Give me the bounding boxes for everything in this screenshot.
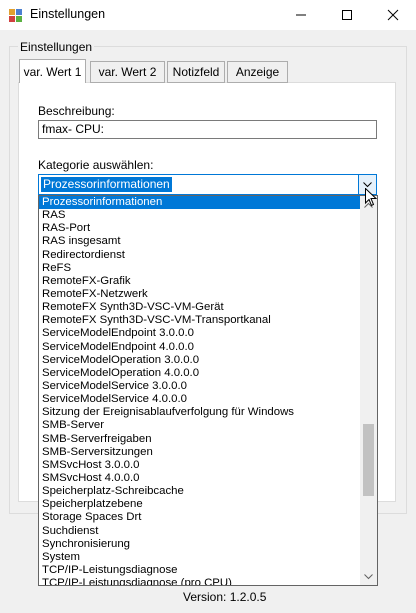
tab-anzeige[interactable]: Anzeige [227,61,288,83]
scroll-down-button[interactable] [360,568,377,585]
tab-var-wert-2[interactable]: var. Wert 2 [90,61,165,83]
dropdown-option[interactable]: ServiceModelEndpoint 4.0.0.0 [39,341,361,354]
dropdown-option[interactable]: RemoteFX Synth3D-VSC-VM-Gerät [39,301,361,314]
tab-var-wert-1[interactable]: var. Wert 1 [19,59,86,83]
groupbox-label: Einstellungen [18,40,95,54]
tab-label: var. Wert 2 [98,65,157,79]
description-label: Beschreibung: [38,104,115,118]
window-title: Einstellungen [30,7,106,21]
tab-label: Notizfeld [172,65,220,79]
description-input[interactable]: fmax- CPU: [38,120,377,139]
dropdown-option[interactable]: SMB-Serversitzungen [39,446,361,459]
close-button[interactable] [370,0,416,30]
dropdown-option[interactable]: Storage Spaces Drt [39,511,361,524]
dropdown-option[interactable]: Suchdienst [39,525,361,538]
tab-label: var. Wert 1 [23,64,82,79]
dropdown-option[interactable]: Prozessorinformationen [39,196,361,210]
dropdown-option[interactable]: RemoteFX-Netzwerk [39,288,361,301]
dropdown-option[interactable]: TCP/IP-Leistungsdiagnose [39,564,361,577]
maximize-button[interactable] [324,0,370,30]
dropdown-option[interactable]: RAS-Port [39,222,361,235]
app-icon [8,7,24,23]
dropdown-option[interactable]: ServiceModelOperation 4.0.0.0 [39,367,361,380]
combo-selected-value: Prozessorinformationen [41,177,172,192]
dropdown-option[interactable]: ServiceModelEndpoint 3.0.0.0 [39,327,361,340]
tab-label: Anzeige [235,65,280,79]
dropdown-option[interactable]: RemoteFX-Grafik [39,275,361,288]
chevron-down-icon [363,181,372,187]
dropdown-option[interactable]: System [39,551,361,564]
dropdown-option[interactable]: SMSvcHost 3.0.0.0 [39,459,361,472]
dropdown-option[interactable]: ReFS [39,262,361,275]
dropdown-option[interactable]: ServiceModelService 3.0.0.0 [39,380,361,393]
dropdown-option[interactable]: RemoteFX Synth3D-VSC-VM-Transportkanal [39,314,361,327]
dropdown-option[interactable]: SMB-Server [39,419,361,432]
dropdown-option[interactable]: ServiceModelService 4.0.0.0 [39,393,361,406]
dropdown-option[interactable]: RAS [39,209,361,222]
scrollbar-thumb[interactable] [363,424,374,496]
category-dropdown-list[interactable]: Prozessorinformationen RAS RAS-Port RAS ins… [38,195,378,586]
dropdown-scrollbar[interactable] [360,196,377,585]
dropdown-items: Prozessorinformationen RAS RAS-Port RAS ins… [39,196,361,585]
version-label: Version: 1.2.0.5 [183,590,267,604]
dropdown-option[interactable]: SMSvcHost 4.0.0.0 [39,472,361,485]
dropdown-option[interactable]: Speicherplatzebene [39,498,361,511]
minimize-button[interactable] [278,0,324,30]
chevron-down-icon [364,573,373,579]
dropdown-option[interactable]: ServiceModelOperation 3.0.0.0 [39,354,361,367]
category-combobox[interactable]: Prozessorinformationen [38,174,377,195]
maximize-icon [342,10,352,20]
dropdown-option[interactable]: RAS insgesamt [39,235,361,248]
dropdown-option[interactable]: Redirectordienst [39,249,361,262]
dropdown-option[interactable]: TCP/IP-Leistungsdiagnose (pro CPU) [39,577,361,585]
close-icon [387,9,399,21]
mouse-cursor-icon [365,187,378,210]
dropdown-option[interactable]: Synchronisierung [39,538,361,551]
minimize-icon [296,14,306,16]
dropdown-option[interactable]: Sitzung der Ereignisablaufverfolgung für… [39,406,361,419]
dropdown-option[interactable]: SMB-Serverfreigaben [39,433,361,446]
dropdown-option[interactable]: Speicherplatz-Schreibcache [39,485,361,498]
category-label: Kategorie auswählen: [38,158,154,172]
tab-notizfeld[interactable]: Notizfeld [167,61,225,83]
